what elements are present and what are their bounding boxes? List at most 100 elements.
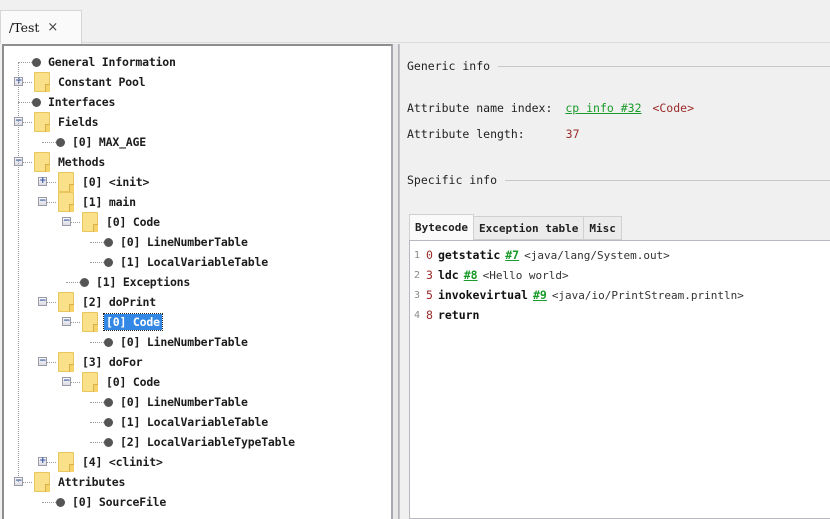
bytecode-line[interactable]: 4 8 return [414, 305, 484, 325]
folder-icon [34, 152, 50, 172]
tree-node-label: [0] MAX_AGE [72, 135, 146, 149]
collapse-icon[interactable]: − [38, 197, 47, 206]
leaf-node-icon [104, 258, 113, 267]
collapse-icon[interactable]: − [62, 377, 71, 386]
tree-node[interactable]: Interfaces [4, 92, 391, 112]
tree-node-label: [1] LocalVariableTable [120, 255, 268, 269]
tree-node-label: [0] Code [103, 313, 163, 331]
leaf-node-icon [104, 338, 113, 347]
tree-node[interactable]: + [4] <clinit> [4, 452, 391, 472]
collapse-icon[interactable]: − [38, 357, 47, 366]
tree-node-label: [1] main [82, 195, 136, 209]
leaf-node-icon [104, 418, 113, 427]
leaf-node-icon [56, 138, 65, 147]
opcode: return [437, 308, 480, 322]
tree-node[interactable]: [0] SourceFile [4, 492, 391, 512]
tree-node-label: [1] LocalVariableTable [120, 415, 268, 429]
specific-info-tabs: Bytecode Exception table Misc [409, 214, 622, 240]
line-number: 4 [414, 309, 421, 321]
specific-info-title: Specific info [407, 173, 498, 187]
attribute-length-value: 37 [565, 127, 580, 141]
tree-node[interactable]: − [0] Code [4, 372, 391, 392]
close-icon[interactable]: × [47, 20, 58, 35]
folder-icon [82, 372, 98, 392]
tree-node[interactable]: General Information [4, 52, 391, 72]
tree-node[interactable]: [1] Exceptions [4, 272, 391, 292]
operand-comment: <Hello world> [482, 268, 569, 282]
detail-panel: Generic info Attribute name index: cp in… [399, 44, 830, 519]
tab-exception-table[interactable]: Exception table [472, 216, 585, 240]
cp-info-link[interactable]: cp info #32 [565, 101, 641, 115]
generic-info-header: Generic info [407, 59, 830, 73]
opcode: invokevirtual [437, 288, 528, 302]
collapse-icon[interactable]: − [38, 297, 47, 306]
tree-node[interactable]: [0] LineNumberTable [4, 232, 391, 252]
leaf-node-icon [104, 238, 113, 247]
tree-node[interactable]: − Fields [4, 112, 391, 132]
bytecode-line[interactable]: 3 5 invokevirtual #9 <java/io/PrintStream.pr… [414, 285, 744, 305]
tree-node[interactable]: − Methods [4, 152, 391, 172]
tree-node-label: General Information [48, 55, 176, 69]
tree-node-label: [0] LineNumberTable [120, 335, 248, 349]
line-number: 1 [414, 249, 421, 261]
operand-comment: <java/io/PrintStream.println> [551, 288, 744, 302]
class-structure-tree-panel: General Information + Constant Pool Interfa… [2, 44, 393, 519]
attribute-length-label: Attribute length: [407, 127, 525, 141]
tree-node-label: Fields [58, 115, 99, 129]
tree-node[interactable]: − [2] doPrint [4, 292, 391, 312]
tab-misc[interactable]: Misc [583, 216, 622, 240]
tree-node-label: Interfaces [48, 95, 116, 109]
line-number: 3 [414, 289, 421, 301]
editor-tab-strip: /Test × [0, 0, 830, 44]
tree-node[interactable]: − Attributes [4, 472, 391, 492]
bytecode-offset: 5 [426, 288, 433, 302]
tab-bytecode[interactable]: Bytecode [409, 214, 474, 240]
tree-node[interactable]: + Constant Pool [4, 72, 391, 92]
folder-icon [58, 352, 74, 372]
tree-connector [42, 502, 56, 503]
expand-icon[interactable]: + [38, 177, 47, 186]
expand-icon[interactable]: + [38, 457, 47, 466]
attribute-length-row: Attribute length: 37 [407, 127, 580, 141]
tree-trunk-line [18, 62, 19, 482]
constant-pool-ref-link[interactable]: #8 [464, 268, 478, 282]
tree-node-label: [3] doFor [82, 355, 143, 369]
folder-icon [58, 292, 74, 312]
bytecode-line[interactable]: 2 3 ldc #8 <Hello world> [414, 265, 569, 285]
attribute-name-index-label: Attribute name index: [407, 101, 553, 115]
tree-node-label: Methods [58, 155, 106, 169]
constant-pool-ref-link[interactable]: #9 [533, 288, 547, 302]
tree-connector [66, 282, 80, 283]
collapse-icon[interactable]: − [62, 217, 71, 226]
attribute-name-value: <Code> [652, 101, 694, 115]
folder-icon [34, 472, 50, 492]
collapse-icon[interactable]: − [62, 317, 71, 326]
constant-pool-ref-link[interactable]: #7 [505, 248, 519, 262]
tree-node[interactable]: [1] LocalVariableTable [4, 412, 391, 432]
folder-icon [82, 312, 98, 332]
tree-node-label: [0] Code [106, 375, 160, 389]
tree-node[interactable]: − [0] Code [4, 312, 391, 332]
tree-node[interactable]: − [3] doFor [4, 352, 391, 372]
tree-connector [90, 422, 104, 423]
tree-node[interactable]: [0] LineNumberTable [4, 332, 391, 352]
tree-connector [90, 242, 104, 243]
tree-connector [90, 342, 104, 343]
line-number: 2 [414, 269, 421, 281]
tree-node[interactable]: [0] MAX_AGE [4, 132, 391, 152]
tree-node-label: [4] <clinit> [82, 455, 163, 469]
bytecode-offset: 0 [426, 248, 433, 262]
tree-node[interactable]: [1] LocalVariableTable [4, 252, 391, 272]
tree-node[interactable]: [0] LineNumberTable [4, 392, 391, 412]
specific-info-header: Specific info [407, 173, 830, 187]
tab-title: /Test [9, 20, 40, 35]
tree-node[interactable]: + [0] <init> [4, 172, 391, 192]
leaf-node-icon [32, 98, 41, 107]
tree-node[interactable]: [2] LocalVariableTypeTable [4, 432, 391, 452]
bytecode-line[interactable]: 1 0 getstatic #7 <java/lang/System.out> [414, 245, 670, 265]
tree-node[interactable]: − [1] main [4, 192, 391, 212]
bytecode-view[interactable]: 1 0 getstatic #7 <java/lang/System.out> 2 3 ldc… [409, 240, 830, 519]
folder-icon [34, 72, 50, 92]
tab-test[interactable]: /Test × [0, 10, 82, 44]
tree-node[interactable]: − [0] Code [4, 212, 391, 232]
